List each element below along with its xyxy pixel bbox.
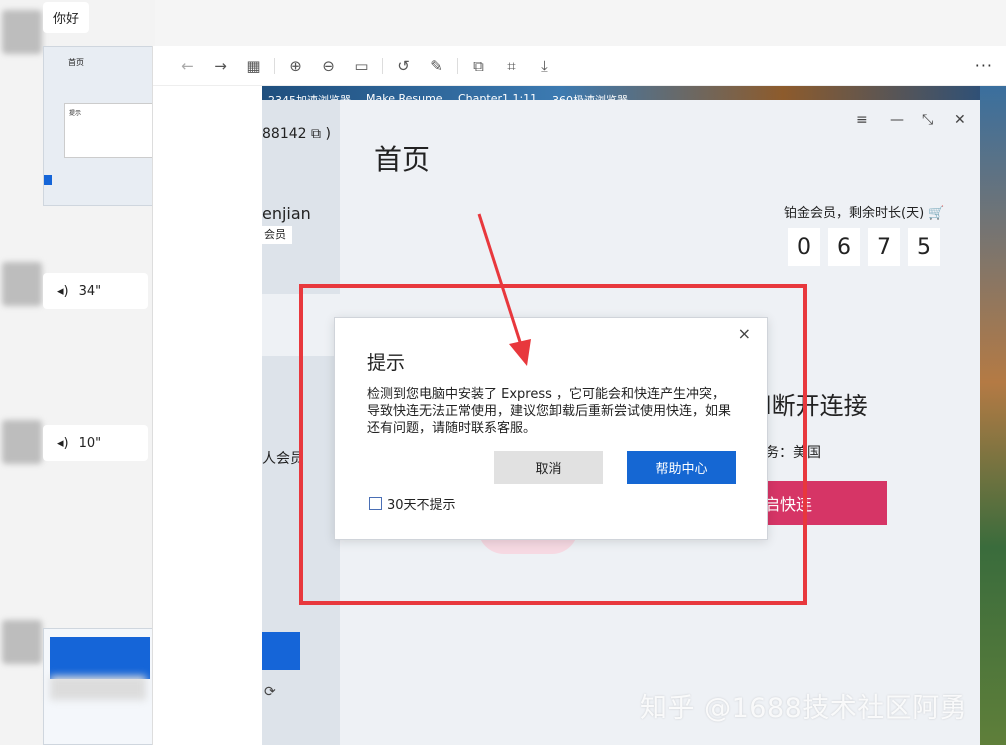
scan-icon[interactable]: ⌗: [495, 51, 528, 81]
thumbnail-dialog-title: 提示: [69, 110, 82, 117]
viewer-toolbar: ← → ▦ ⊕ ⊖ ▭ ↺ ✎ ⧉ ⌗ ⤓ ···: [153, 46, 1006, 86]
fit-icon[interactable]: ▭: [345, 51, 378, 81]
refresh-icon[interactable]: ⟳: [264, 684, 276, 700]
thumbnail-header: [50, 637, 150, 679]
toolbar-divider: [457, 57, 458, 74]
forward-icon[interactable]: →: [204, 51, 237, 81]
voice-duration: 34": [78, 283, 102, 299]
menu-icon[interactable]: ≡: [856, 112, 868, 128]
member-badge: 会员: [262, 226, 292, 244]
voice-icon: ◂): [57, 283, 69, 299]
grid-icon[interactable]: ▦: [237, 51, 270, 81]
minimize-icon[interactable]: —: [890, 112, 904, 128]
page-title: 首页: [374, 143, 431, 176]
rotate-icon[interactable]: ↺: [387, 51, 420, 81]
account-id: 88142 ⧉ ): [262, 126, 331, 142]
copy-icon[interactable]: ⧉: [462, 51, 495, 81]
vip-link[interactable]: 人会员: [262, 448, 304, 468]
watermark: 知乎 @1688技术社区阿勇: [640, 693, 968, 724]
thumbnail-title: 首页: [68, 58, 84, 67]
username: enjian: [262, 204, 311, 223]
days-digit: 0: [788, 228, 820, 266]
back-icon[interactable]: ←: [171, 51, 204, 81]
days-remaining: 0 6 7 5: [788, 228, 940, 266]
shrink-icon[interactable]: ⤡: [922, 112, 933, 128]
avatar: [2, 420, 42, 464]
chat-image-thumbnail[interactable]: 首页 提示: [43, 46, 153, 206]
chat-panel: 你好 首页 提示 ◂) 34" ◂) 10": [0, 0, 155, 745]
more-icon[interactable]: ···: [975, 56, 993, 75]
annotation-box: [299, 284, 807, 605]
avatar: [2, 262, 42, 306]
toolbar-divider: [274, 57, 275, 74]
toolbar-divider: [382, 57, 383, 74]
close-icon[interactable]: ✕: [954, 112, 966, 128]
avatar: [2, 10, 42, 54]
download-icon[interactable]: ⤓: [528, 51, 561, 81]
zoom-in-icon[interactable]: ⊕: [279, 51, 312, 81]
copy-icon: ⧉: [311, 126, 321, 142]
days-digit: 7: [868, 228, 900, 266]
desktop-wallpaper-edge: [980, 86, 1006, 745]
avatar: [2, 620, 42, 664]
chat-message-greeting: 你好: [43, 2, 90, 33]
blurred-content: [50, 676, 146, 700]
voice-message[interactable]: ◂) 34": [43, 273, 148, 309]
thumbnail-dialog: 提示: [64, 103, 152, 158]
thumbnail-blue-block: [44, 175, 52, 185]
member-status: 铂金会员，剩余时长(天) 🛒: [784, 206, 945, 221]
cart-icon: 🛒: [928, 206, 945, 221]
days-digit: 6: [828, 228, 860, 266]
voice-message[interactable]: ◂) 10": [43, 425, 148, 461]
voice-duration: 10": [78, 435, 102, 451]
zoom-out-icon[interactable]: ⊖: [312, 51, 345, 81]
sidebar-blue-button[interactable]: [262, 632, 300, 670]
days-digit: 5: [908, 228, 940, 266]
edit-icon[interactable]: ✎: [420, 51, 453, 81]
voice-icon: ◂): [57, 435, 69, 451]
